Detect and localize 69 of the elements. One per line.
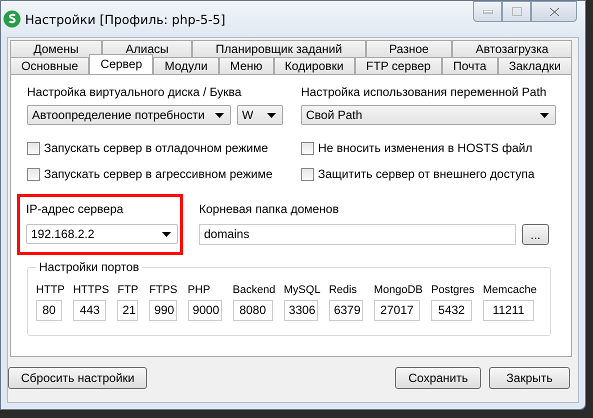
maximize-icon [512, 7, 522, 16]
checkbox[interactable] [27, 168, 40, 180]
port-field[interactable]: 443 [73, 300, 106, 321]
tab[interactable]: Автозагрузка [452, 40, 572, 57]
port-label: PHP [188, 284, 212, 296]
caret-icon [540, 112, 549, 118]
port-label: FTPS [149, 284, 178, 296]
field-label: IP-адрес сервера [26, 202, 124, 216]
checkbox-label: Не вносить изменения в HOSTS файл [318, 141, 532, 155]
tab[interactable]: Основные [10, 57, 90, 74]
tab[interactable]: Меню [218, 57, 274, 74]
port-label: Backend [232, 284, 276, 296]
root-folder-field[interactable]: domains [199, 224, 516, 245]
close-icon [548, 6, 560, 16]
port-label: HTTPS [73, 284, 110, 296]
field-label: Настройка виртуального диска / Буква [27, 85, 242, 99]
port-field[interactable]: 5432 [431, 300, 472, 321]
port-field[interactable]: 3306 [284, 300, 318, 321]
tab[interactable]: Алиасы [102, 40, 192, 57]
close-dialog-button[interactable]: Закрыть [489, 367, 570, 389]
checkbox[interactable] [301, 142, 314, 154]
port-label: HTTP [36, 284, 66, 296]
tab[interactable]: FTP сервер [354, 57, 442, 74]
port-field[interactable]: 990 [149, 300, 177, 321]
tab[interactable]: Сервер [89, 54, 154, 74]
port-label: Postgres [431, 284, 476, 296]
field-label: Корневая папка доменов [199, 202, 340, 216]
port-field[interactable]: 21 [117, 300, 138, 321]
port-field[interactable]: 8080 [232, 300, 273, 321]
checkbox[interactable] [27, 142, 40, 154]
port-field[interactable]: 9000 [188, 300, 222, 321]
port-label: MySQL [284, 284, 322, 296]
tab[interactable]: Домены [10, 40, 102, 57]
port-label: Memcache [482, 284, 538, 296]
minimize-icon [482, 10, 492, 14]
save-button[interactable]: Сохранить [395, 367, 481, 389]
path-dropdown[interactable]: Свой Path [301, 105, 556, 125]
caret-icon [215, 112, 224, 118]
caret-icon [162, 232, 171, 236]
tab[interactable]: Почта [442, 57, 498, 74]
browse-button[interactable]: ... [522, 224, 549, 245]
server-ip-dropdown[interactable]: 192.168.2.2 [26, 224, 178, 244]
checkbox-label: Запускать сервер в агрессивном режиме [44, 167, 272, 181]
port-field[interactable]: 6379 [328, 300, 363, 321]
window-title: Настройки [Профиль: php-5-5] [25, 12, 226, 26]
port-label: Redis [328, 284, 358, 296]
group-title: Настройки портов [36, 260, 142, 274]
tab[interactable]: Модули [153, 57, 219, 74]
port-field[interactable]: 80 [36, 300, 62, 321]
maximize-button[interactable] [502, 1, 531, 22]
close-button[interactable] [531, 1, 577, 22]
reset-button[interactable]: Сбросить настройки [8, 367, 148, 389]
tab[interactable]: Кодировки [274, 57, 355, 74]
minimize-button[interactable] [473, 1, 502, 22]
caret-icon [267, 112, 276, 118]
checkbox[interactable] [301, 168, 314, 180]
checkbox-label: Защитить сервер от внешнего доступа [318, 167, 534, 181]
checkbox-label: Запускать сервер в отладочном режиме [44, 141, 268, 155]
port-label: FTP [117, 284, 140, 296]
drive-letter-dropdown[interactable]: W [237, 105, 283, 125]
app-icon [3, 10, 21, 28]
tab[interactable]: Планировщик заданий [192, 40, 366, 57]
tab[interactable]: Закладки [498, 57, 572, 74]
disk-mode-dropdown[interactable]: Автоопределение потребности [27, 105, 231, 125]
port-label: MongoDB [374, 284, 424, 296]
port-field[interactable]: 11211 [482, 300, 534, 321]
port-field[interactable]: 27017 [374, 300, 420, 321]
tab[interactable]: Разное [366, 40, 452, 57]
field-label: Настройка использования переменной Path [301, 85, 548, 99]
